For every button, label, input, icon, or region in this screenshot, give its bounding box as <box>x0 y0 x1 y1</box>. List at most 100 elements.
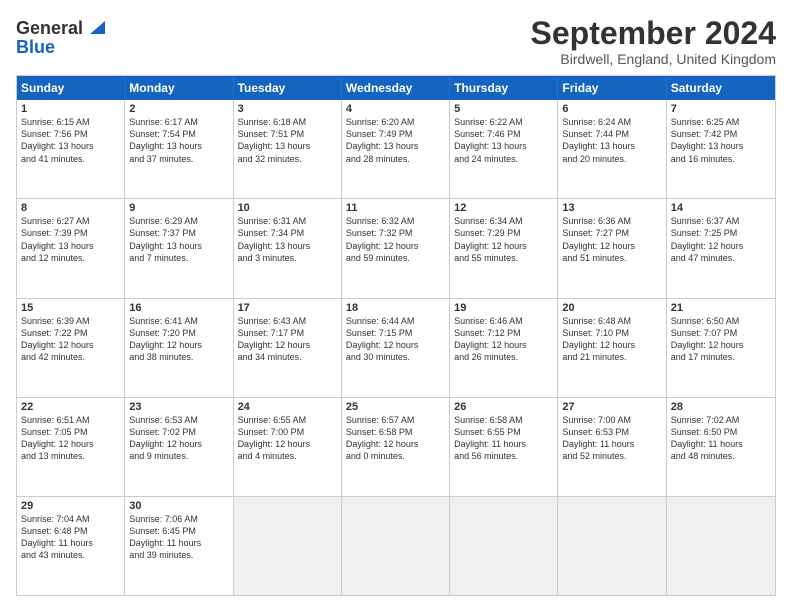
daylight-line2: and 28 minutes. <box>346 153 445 165</box>
daylight-line2: and 3 minutes. <box>238 252 337 264</box>
sunset-line: Sunset: 6:58 PM <box>346 426 445 438</box>
day-cell-5: 5 Sunrise: 6:22 AM Sunset: 7:46 PM Dayli… <box>450 100 558 198</box>
daylight-line2: and 42 minutes. <box>21 351 120 363</box>
sunrise-line: Sunrise: 6:39 AM <box>21 315 120 327</box>
sunset-line: Sunset: 7:05 PM <box>21 426 120 438</box>
sunset-line: Sunset: 7:42 PM <box>671 128 771 140</box>
day-cell-21: 21 Sunrise: 6:50 AM Sunset: 7:07 PM Dayl… <box>667 299 775 397</box>
sunset-line: Sunset: 7:39 PM <box>21 227 120 239</box>
day-cell-6: 6 Sunrise: 6:24 AM Sunset: 7:44 PM Dayli… <box>558 100 666 198</box>
sunrise-line: Sunrise: 6:53 AM <box>129 414 228 426</box>
sunset-line: Sunset: 7:27 PM <box>562 227 661 239</box>
sunrise-line: Sunrise: 6:29 AM <box>129 215 228 227</box>
sunrise-line: Sunrise: 6:25 AM <box>671 116 771 128</box>
day-cell-30: 30 Sunrise: 7:06 AM Sunset: 6:45 PM Dayl… <box>125 497 233 595</box>
day-number: 5 <box>454 103 553 115</box>
sunset-line: Sunset: 7:07 PM <box>671 327 771 339</box>
day-cell-11: 11 Sunrise: 6:32 AM Sunset: 7:32 PM Dayl… <box>342 199 450 297</box>
day-number: 18 <box>346 302 445 314</box>
daylight-line1: Daylight: 13 hours <box>21 140 120 152</box>
day-cell-15: 15 Sunrise: 6:39 AM Sunset: 7:22 PM Dayl… <box>17 299 125 397</box>
day-number: 28 <box>671 401 771 413</box>
day-cell-12: 12 Sunrise: 6:34 AM Sunset: 7:29 PM Dayl… <box>450 199 558 297</box>
sunrise-line: Sunrise: 6:34 AM <box>454 215 553 227</box>
daylight-line2: and 24 minutes. <box>454 153 553 165</box>
daylight-line1: Daylight: 13 hours <box>346 140 445 152</box>
day-number: 7 <box>671 103 771 115</box>
daylight-line2: and 47 minutes. <box>671 252 771 264</box>
sunrise-line: Sunrise: 6:48 AM <box>562 315 661 327</box>
daylight-line1: Daylight: 13 hours <box>562 140 661 152</box>
day-cell-20: 20 Sunrise: 6:48 AM Sunset: 7:10 PM Dayl… <box>558 299 666 397</box>
day-number: 29 <box>21 500 120 512</box>
daylight-line2: and 20 minutes. <box>562 153 661 165</box>
day-number: 9 <box>129 202 228 214</box>
sunset-line: Sunset: 7:29 PM <box>454 227 553 239</box>
day-number: 2 <box>129 103 228 115</box>
daylight-line1: Daylight: 12 hours <box>21 438 120 450</box>
day-number: 11 <box>346 202 445 214</box>
day-number: 3 <box>238 103 337 115</box>
daylight-line2: and 34 minutes. <box>238 351 337 363</box>
day-number: 17 <box>238 302 337 314</box>
daylight-line1: Daylight: 13 hours <box>129 140 228 152</box>
sunrise-line: Sunrise: 7:04 AM <box>21 513 120 525</box>
day-cell-1: 1 Sunrise: 6:15 AM Sunset: 7:56 PM Dayli… <box>17 100 125 198</box>
day-cell-19: 19 Sunrise: 6:46 AM Sunset: 7:12 PM Dayl… <box>450 299 558 397</box>
day-cell-16: 16 Sunrise: 6:41 AM Sunset: 7:20 PM Dayl… <box>125 299 233 397</box>
header-monday: Monday <box>125 76 233 100</box>
day-number: 12 <box>454 202 553 214</box>
daylight-line2: and 12 minutes. <box>21 252 120 264</box>
day-cell-4: 4 Sunrise: 6:20 AM Sunset: 7:49 PM Dayli… <box>342 100 450 198</box>
day-number: 6 <box>562 103 661 115</box>
sunrise-line: Sunrise: 6:22 AM <box>454 116 553 128</box>
day-number: 19 <box>454 302 553 314</box>
daylight-line2: and 16 minutes. <box>671 153 771 165</box>
daylight-line2: and 4 minutes. <box>238 450 337 462</box>
day-number: 27 <box>562 401 661 413</box>
day-number: 20 <box>562 302 661 314</box>
header-saturday: Saturday <box>667 76 775 100</box>
day-number: 25 <box>346 401 445 413</box>
daylight-line1: Daylight: 12 hours <box>671 339 771 351</box>
header-thursday: Thursday <box>450 76 558 100</box>
sunrise-line: Sunrise: 6:55 AM <box>238 414 337 426</box>
daylight-line1: Daylight: 11 hours <box>454 438 553 450</box>
sunrise-line: Sunrise: 7:06 AM <box>129 513 228 525</box>
day-number: 24 <box>238 401 337 413</box>
daylight-line2: and 37 minutes. <box>129 153 228 165</box>
sunset-line: Sunset: 7:49 PM <box>346 128 445 140</box>
sunset-line: Sunset: 6:45 PM <box>129 525 228 537</box>
calendar-body: 1 Sunrise: 6:15 AM Sunset: 7:56 PM Dayli… <box>17 100 775 595</box>
sunset-line: Sunset: 7:25 PM <box>671 227 771 239</box>
day-number: 26 <box>454 401 553 413</box>
calendar: Sunday Monday Tuesday Wednesday Thursday… <box>16 75 776 596</box>
daylight-line1: Daylight: 12 hours <box>238 339 337 351</box>
daylight-line2: and 13 minutes. <box>21 450 120 462</box>
day-cell-7: 7 Sunrise: 6:25 AM Sunset: 7:42 PM Dayli… <box>667 100 775 198</box>
daylight-line1: Daylight: 13 hours <box>671 140 771 152</box>
sunset-line: Sunset: 7:17 PM <box>238 327 337 339</box>
empty-cell <box>450 497 558 595</box>
header-sunday: Sunday <box>17 76 125 100</box>
day-cell-2: 2 Sunrise: 6:17 AM Sunset: 7:54 PM Dayli… <box>125 100 233 198</box>
logo-blue-text: Blue <box>16 37 55 57</box>
header-wednesday: Wednesday <box>342 76 450 100</box>
daylight-line2: and 55 minutes. <box>454 252 553 264</box>
page: General Blue September 2024 Birdwell, En… <box>0 0 792 612</box>
daylight-line2: and 9 minutes. <box>129 450 228 462</box>
day-cell-8: 8 Sunrise: 6:27 AM Sunset: 7:39 PM Dayli… <box>17 199 125 297</box>
day-number: 1 <box>21 103 120 115</box>
day-cell-24: 24 Sunrise: 6:55 AM Sunset: 7:00 PM Dayl… <box>234 398 342 496</box>
daylight-line2: and 51 minutes. <box>562 252 661 264</box>
sunrise-line: Sunrise: 6:57 AM <box>346 414 445 426</box>
sunset-line: Sunset: 7:54 PM <box>129 128 228 140</box>
sunset-line: Sunset: 7:37 PM <box>129 227 228 239</box>
sunrise-line: Sunrise: 6:18 AM <box>238 116 337 128</box>
daylight-line2: and 26 minutes. <box>454 351 553 363</box>
day-cell-17: 17 Sunrise: 6:43 AM Sunset: 7:17 PM Dayl… <box>234 299 342 397</box>
sunset-line: Sunset: 6:50 PM <box>671 426 771 438</box>
daylight-line2: and 30 minutes. <box>346 351 445 363</box>
logo-general-text: General <box>16 18 83 39</box>
daylight-line2: and 7 minutes. <box>129 252 228 264</box>
